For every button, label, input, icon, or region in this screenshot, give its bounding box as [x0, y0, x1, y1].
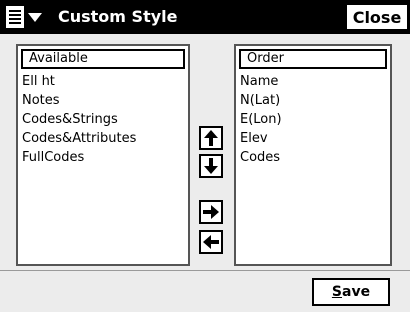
move-down-button[interactable]: [199, 154, 223, 178]
order-list[interactable]: Order Name N(Lat) E(Lon) Elev Codes: [234, 44, 392, 266]
title-bar: Custom Style Close: [0, 0, 410, 34]
list-item[interactable]: Codes&Attributes: [22, 129, 188, 148]
chevron-down-icon: [28, 12, 42, 22]
list-item[interactable]: Notes: [22, 91, 188, 110]
list-item[interactable]: Codes&Strings: [22, 110, 188, 129]
list-item[interactable]: FullCodes: [22, 148, 188, 167]
remove-from-order-button[interactable]: [199, 230, 223, 254]
list-item[interactable]: Codes: [240, 148, 390, 167]
menu-list-icon: [6, 6, 24, 28]
list-item[interactable]: Name: [240, 72, 390, 91]
list-item[interactable]: E(Lon): [240, 110, 390, 129]
close-button[interactable]: Close: [346, 4, 408, 30]
save-button[interactable]: Save: [312, 278, 390, 306]
order-items: Name N(Lat) E(Lon) Elev Codes: [236, 72, 390, 167]
available-list[interactable]: Available Ell ht Notes Codes&Strings Cod…: [16, 44, 190, 266]
save-label-rest: ave: [342, 284, 371, 300]
bottom-divider: [0, 270, 410, 271]
list-item[interactable]: Ell ht: [22, 72, 188, 91]
list-item[interactable]: N(Lat): [240, 91, 390, 110]
order-list-header: Order: [239, 49, 387, 69]
available-items: Ell ht Notes Codes&Strings Codes&Attribu…: [18, 72, 188, 167]
page-title: Custom Style: [58, 7, 178, 26]
custom-style-window: Custom Style Close Available Ell ht Note…: [0, 0, 410, 312]
menu-button[interactable]: [6, 4, 58, 30]
arrow-down-icon: [204, 158, 218, 174]
add-to-order-button[interactable]: [199, 200, 223, 224]
save-mnemonic: S: [331, 284, 342, 300]
arrow-left-icon: [203, 235, 219, 249]
move-up-button[interactable]: [199, 126, 223, 150]
arrow-up-icon: [204, 130, 218, 146]
list-item[interactable]: Elev: [240, 129, 390, 148]
available-list-header: Available: [21, 49, 185, 69]
arrow-right-icon: [203, 205, 219, 219]
